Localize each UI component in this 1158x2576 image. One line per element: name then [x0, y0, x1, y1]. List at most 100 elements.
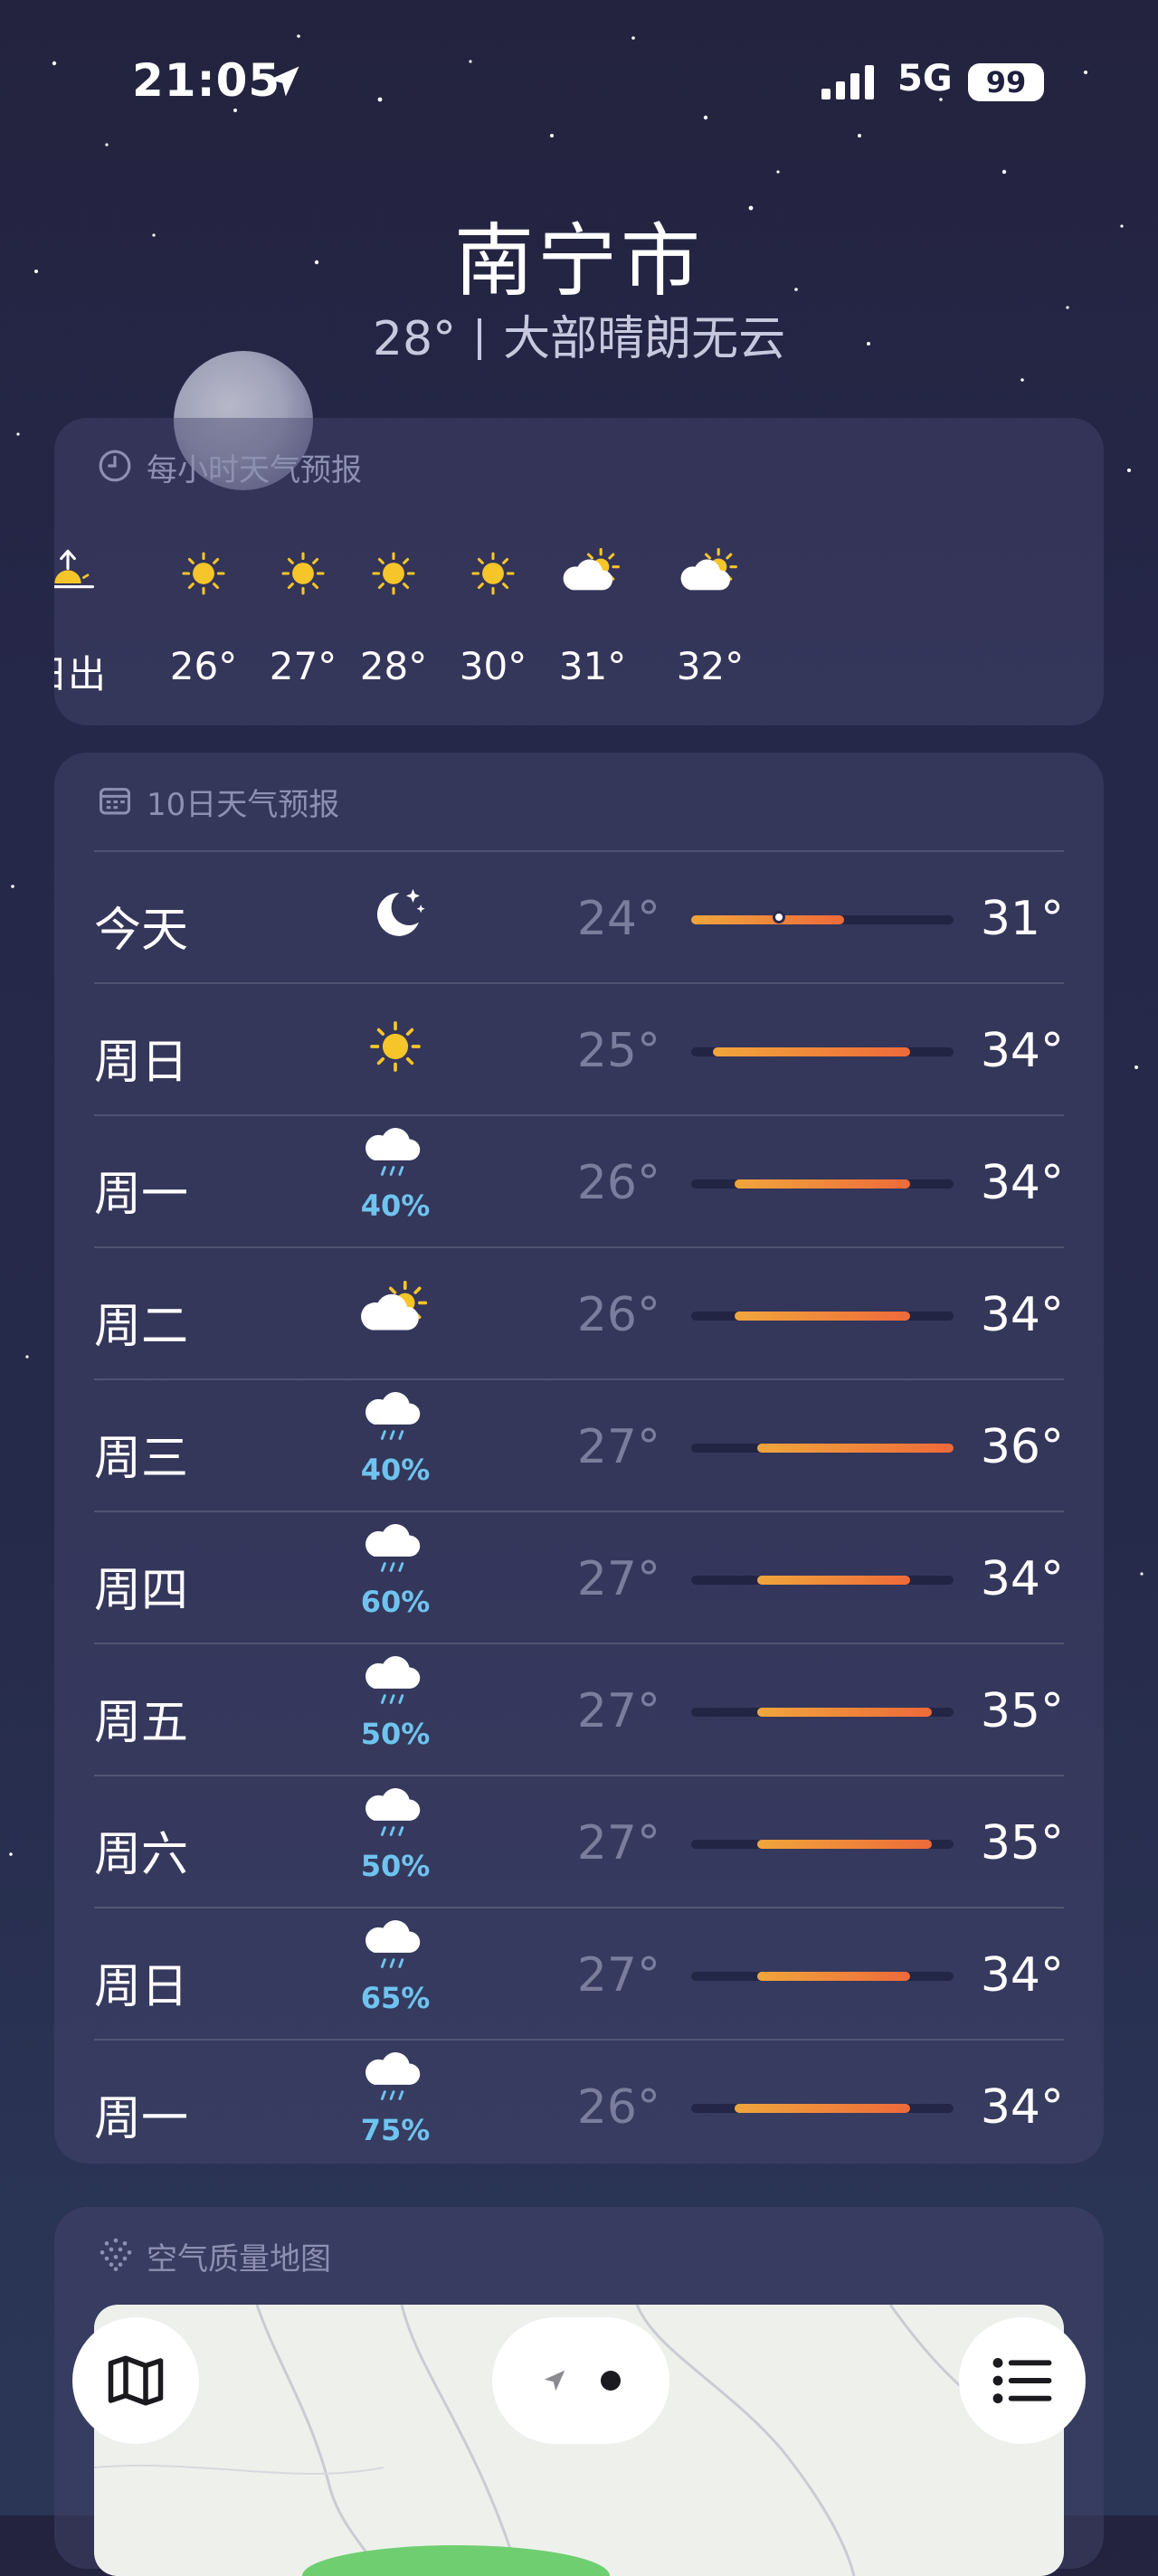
hourly-temp: 日出: [54, 652, 106, 696]
rain-icon: 60%: [346, 1521, 445, 1619]
low-temp: 27°: [576, 1816, 660, 1870]
day-label: 周二: [94, 1300, 189, 1354]
temperature-range-fill: [691, 915, 845, 924]
hourly-forecast-card[interactable]: 每小时天气预报 日出26°27°28°30°31°32°: [54, 418, 1104, 725]
rain-icon: 40%: [346, 1389, 445, 1487]
location-arrow-icon: [269, 66, 299, 97]
low-temp: 26°: [576, 2080, 660, 2135]
low-temp: 26°: [576, 1288, 660, 1342]
precipitation-chance: 60%: [360, 1585, 431, 1619]
battery-indicator: 99: [968, 63, 1044, 101]
high-temp: 34°: [980, 1024, 1064, 1078]
clock-icon: [99, 450, 131, 482]
daily-forecast-row[interactable]: 周日 65% 27° 34°: [94, 1907, 1064, 2041]
partly-cloudy-icon: [534, 537, 651, 610]
temperature-range-bar: [691, 1840, 954, 1849]
precipitation-chance: 75%: [360, 2113, 431, 2147]
air-quality-dots-icon: [100, 2238, 132, 2271]
rain-icon: 40%: [346, 1125, 445, 1223]
list-button[interactable]: [959, 2317, 1086, 2444]
air-quality-title: 空气质量地图: [147, 2241, 331, 2278]
daily-forecast-row[interactable]: 周六 50% 27° 35°: [94, 1775, 1064, 1908]
status-time: 21:05: [132, 54, 281, 107]
status-bar: 21:05 5G 99: [0, 54, 1158, 118]
daily-forecast-row[interactable]: 周四 60% 27° 34°: [94, 1511, 1064, 1644]
daily-forecast-row[interactable]: 周一 40% 26° 34°: [94, 1114, 1064, 1248]
hourly-item: 31°: [534, 537, 651, 688]
partly-cloudy-icon: [346, 1275, 445, 1350]
city-name: 南宁市: [453, 214, 704, 308]
temperature-range-bar: [691, 2104, 954, 2113]
location-arrow-icon: [544, 2370, 565, 2391]
day-label: 今天: [94, 904, 189, 958]
temperature-range-bar: [691, 1972, 954, 1981]
daily-forecast-row[interactable]: 周日 25° 34°: [94, 982, 1064, 1116]
temperature-range-bar: [691, 1047, 954, 1056]
day-label: 周日: [94, 1036, 189, 1090]
temperature-range-bar: [691, 911, 954, 924]
day-label: 周四: [94, 1564, 189, 1618]
current-summary: 28° 大部晴朗无云: [0, 300, 1158, 368]
page-dot: [601, 2371, 621, 2391]
network-type: 5G: [897, 58, 953, 99]
temperature-range-fill: [756, 1708, 932, 1717]
calendar-icon: [100, 788, 130, 815]
hourly-title: 每小时天气预报: [147, 452, 362, 488]
separator: [478, 318, 482, 360]
hourly-temp: 32°: [676, 644, 745, 688]
daily-title: 10日天气预报: [147, 787, 340, 823]
temperature-range-bar: [691, 1312, 954, 1321]
high-temp: 31°: [980, 892, 1064, 946]
low-temp: 24°: [576, 892, 660, 946]
day-label: 周三: [94, 1432, 189, 1486]
precipitation-chance: 40%: [360, 1453, 431, 1487]
daily-forecast-row[interactable]: 周一 75% 26° 34°: [94, 2039, 1064, 2173]
list-icon: [992, 2357, 1052, 2404]
temperature-range-bar: [691, 1708, 954, 1717]
day-label: 周一: [94, 1168, 189, 1222]
precipitation-chance: 65%: [360, 1981, 431, 2015]
map-icon: [108, 2355, 164, 2406]
low-temp: 27°: [576, 1684, 660, 1738]
current-temp-marker: [772, 911, 785, 923]
moon-stars-icon: [346, 879, 445, 953]
daily-forecast-card[interactable]: 10日天气预报 今天 24° 31° 周日 25° 34° 周一 40% 26° 34° 周二 2…: [54, 753, 1104, 2164]
rain-icon: 50%: [346, 1785, 445, 1883]
precipitation-chance: 40%: [360, 1189, 431, 1223]
daily-forecast-row[interactable]: 今天 24° 31°: [94, 850, 1064, 984]
low-temp: 25°: [576, 1024, 660, 1078]
high-temp: 34°: [980, 1552, 1064, 1606]
daily-forecast-row[interactable]: 周二 26° 34°: [94, 1246, 1064, 1380]
high-temp: 36°: [980, 1420, 1064, 1474]
high-temp: 35°: [980, 1684, 1064, 1738]
day-label: 周五: [94, 1696, 189, 1750]
day-label: 周一: [94, 2092, 189, 2146]
precipitation-chance: 50%: [360, 1849, 431, 1883]
high-temp: 34°: [980, 1156, 1064, 1210]
location-page-indicator[interactable]: [492, 2317, 669, 2444]
temperature-range-fill: [756, 1444, 954, 1453]
low-temp: 26°: [576, 1156, 660, 1210]
rain-icon: 50%: [346, 1653, 445, 1751]
sunrise-icon: [54, 537, 127, 610]
precipitation-chance: 50%: [360, 1717, 431, 1751]
high-temp: 35°: [980, 1816, 1064, 1870]
temperature-range-fill: [735, 1312, 910, 1321]
temperature-range-bar: [691, 1444, 954, 1453]
low-temp: 27°: [576, 1552, 660, 1606]
day-label: 周六: [94, 1828, 189, 1882]
hourly-item: 32°: [651, 537, 769, 688]
temperature-range-bar: [691, 1179, 954, 1189]
low-temp: 27°: [576, 1420, 660, 1474]
rain-icon: 75%: [346, 2050, 445, 2147]
partly-cloudy-icon: [651, 537, 769, 610]
map-button[interactable]: [72, 2317, 199, 2444]
daily-forecast-row[interactable]: 周三 40% 27° 36°: [94, 1378, 1064, 1512]
temperature-range-fill: [756, 1972, 910, 1981]
temperature-range-fill: [713, 1047, 910, 1056]
hourly-temp: 31°: [558, 644, 627, 688]
hourly-item: 日出: [54, 537, 127, 699]
current-condition: 大部晴朗无云: [503, 312, 786, 366]
cellular-signal-icon: [821, 65, 874, 99]
daily-forecast-row[interactable]: 周五 50% 27° 35°: [94, 1643, 1064, 1776]
